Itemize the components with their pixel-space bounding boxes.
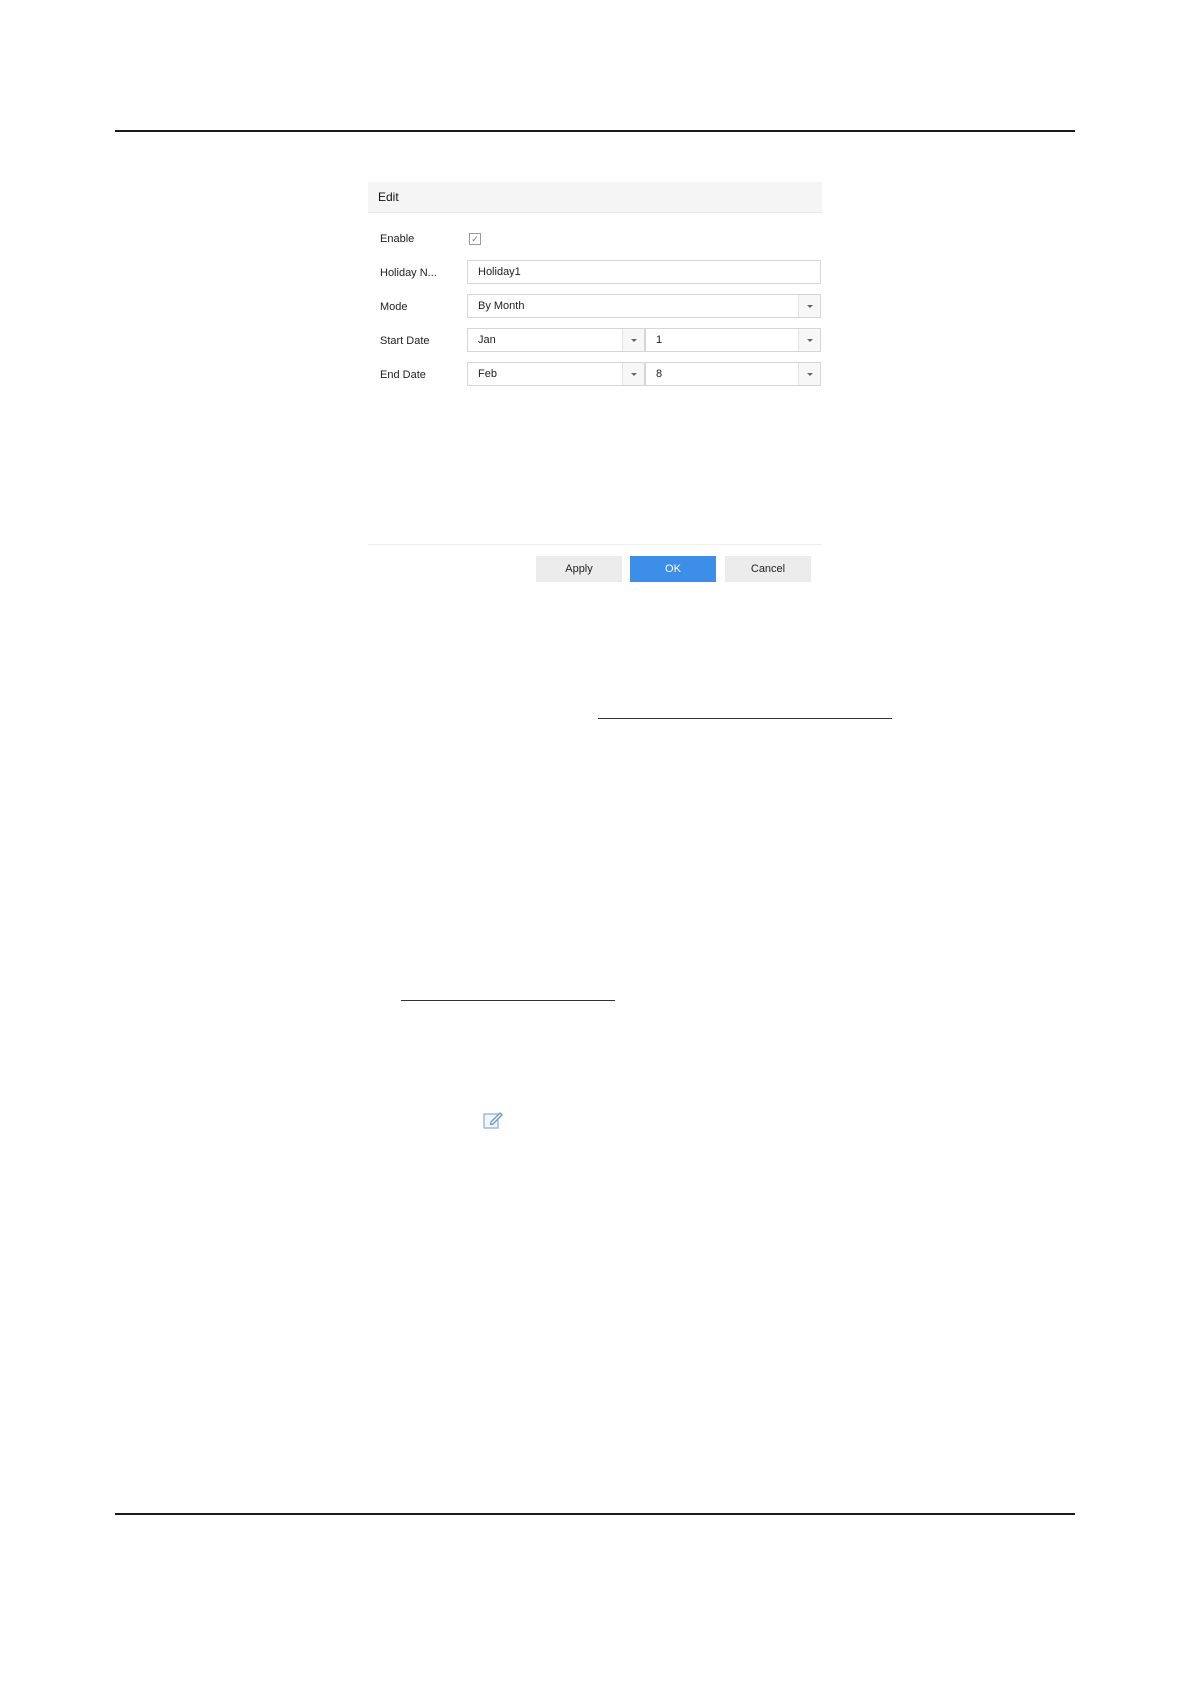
chevron-down-icon[interactable] — [622, 363, 644, 385]
edit-icon — [483, 1112, 503, 1129]
edit-holiday-dialog: Edit Enable ✓ Holiday N... Holiday1 Mode… — [368, 182, 822, 586]
start-day-select[interactable]: 1 — [645, 328, 821, 352]
end-month-value: Feb — [478, 368, 497, 380]
holiday-name-row: Holiday N... Holiday1 — [380, 260, 821, 286]
start-month-select[interactable]: Jan — [467, 328, 645, 352]
mode-label: Mode — [380, 301, 408, 313]
start-day-value: 1 — [656, 334, 663, 346]
end-day-select[interactable]: 8 — [645, 362, 821, 386]
end-month-select[interactable]: Feb — [467, 362, 645, 386]
start-month-value: Jan — [478, 334, 496, 346]
chevron-down-icon[interactable] — [798, 295, 820, 317]
enable-label: Enable — [380, 233, 415, 245]
dialog-title: Edit — [368, 182, 822, 213]
page-footer-rule — [115, 1513, 1075, 1515]
enable-row: Enable ✓ — [380, 226, 814, 252]
mode-row: Mode By Month — [380, 294, 821, 320]
start-date-label: Start Date — [380, 335, 430, 347]
apply-button[interactable]: Apply — [536, 556, 622, 582]
link-underline — [401, 1000, 615, 1001]
cancel-button[interactable]: Cancel — [725, 556, 811, 582]
check-icon: ✓ — [471, 234, 479, 244]
ok-button[interactable]: OK — [630, 556, 716, 582]
mode-select[interactable]: By Month — [467, 294, 821, 318]
end-day-value: 8 — [656, 368, 663, 380]
end-date-label: End Date — [380, 369, 426, 381]
holiday-name-value: Holiday1 — [478, 266, 521, 278]
start-date-row: Start Date Jan 1 — [380, 328, 821, 354]
holiday-name-label: Holiday N... — [380, 267, 437, 279]
mode-value: By Month — [478, 300, 525, 312]
holiday-name-input[interactable]: Holiday1 — [467, 260, 821, 284]
page-header-rule — [115, 130, 1075, 132]
end-date-row: End Date Feb 8 — [380, 362, 821, 388]
chevron-down-icon[interactable] — [622, 329, 644, 351]
chevron-down-icon[interactable] — [798, 329, 820, 351]
chevron-down-icon[interactable] — [798, 363, 820, 385]
enable-checkbox[interactable]: ✓ — [469, 233, 481, 245]
dialog-footer-divider — [368, 544, 822, 545]
link-underline — [598, 718, 892, 719]
